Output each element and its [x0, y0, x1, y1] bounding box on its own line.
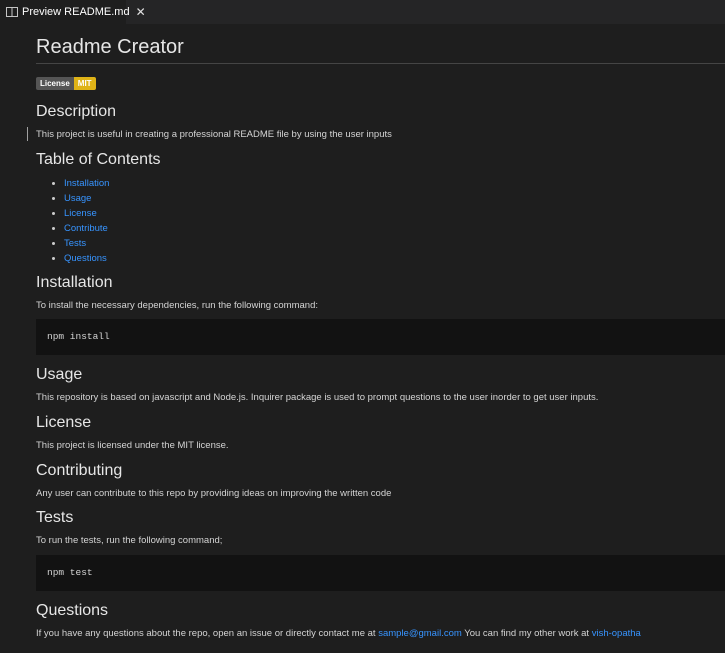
markdown-preview: Readme Creator License MIT Description T… [36, 24, 725, 653]
questions-text: If you have any questions about the repo… [36, 628, 641, 639]
email-link[interactable]: sample@gmail.com [378, 628, 462, 639]
badge-label: License [36, 77, 74, 90]
license-badge: License MIT [36, 77, 96, 90]
toc-link-license[interactable]: License [64, 208, 97, 219]
toc-link-usage[interactable]: Usage [64, 193, 91, 204]
list-item: Usage [50, 191, 109, 206]
title-divider [36, 63, 725, 64]
toc-link-questions[interactable]: Questions [64, 253, 107, 264]
usage-text: This repository is based on javascript a… [36, 392, 599, 403]
installation-code-block: npm install [36, 319, 725, 355]
text-cursor [27, 127, 28, 141]
contributing-text: Any user can contribute to this repo by … [36, 488, 392, 499]
installation-text: To install the necessary dependencies, r… [36, 300, 318, 311]
questions-heading: Questions [36, 602, 109, 619]
list-item: Questions [50, 251, 109, 266]
contributing-heading: Contributing [36, 462, 123, 479]
list-item: Contribute [50, 221, 109, 236]
usage-heading: Usage [36, 366, 83, 383]
github-profile-link[interactable]: vish-opatha [592, 628, 641, 639]
license-heading: License [36, 414, 92, 431]
page-title: Readme Creator [36, 36, 184, 58]
list-item: Installation [50, 176, 109, 191]
toc-link-contribute[interactable]: Contribute [64, 223, 108, 234]
tab-label: Preview README.md [22, 6, 130, 18]
license-text: This project is licensed under the MIT l… [36, 440, 229, 451]
installation-heading: Installation [36, 274, 113, 291]
questions-text-start: If you have any questions about the repo… [36, 628, 376, 639]
close-icon[interactable]: ✕ [136, 5, 146, 19]
preview-icon [6, 7, 18, 17]
list-item: Tests [50, 236, 109, 251]
toc-link-tests[interactable]: Tests [64, 238, 86, 249]
toc-heading: Table of Contents [36, 151, 161, 168]
description-text: This project is useful in creating a pro… [36, 129, 392, 140]
toc-list: Installation Usage License Contribute Te… [50, 176, 109, 266]
description-heading: Description [36, 103, 117, 120]
tests-text: To run the tests, run the following comm… [36, 535, 223, 546]
questions-text-middle: You can find my other work at [464, 628, 590, 639]
tests-code-block: npm test [36, 555, 725, 591]
toc-link-installation[interactable]: Installation [64, 178, 109, 189]
editor-tab-bar: Preview README.md ✕ [0, 0, 725, 24]
badge-value: MIT [73, 77, 96, 90]
tests-heading: Tests [36, 509, 74, 526]
list-item: License [50, 206, 109, 221]
tab-preview-readme[interactable]: Preview README.md ✕ [0, 0, 146, 24]
